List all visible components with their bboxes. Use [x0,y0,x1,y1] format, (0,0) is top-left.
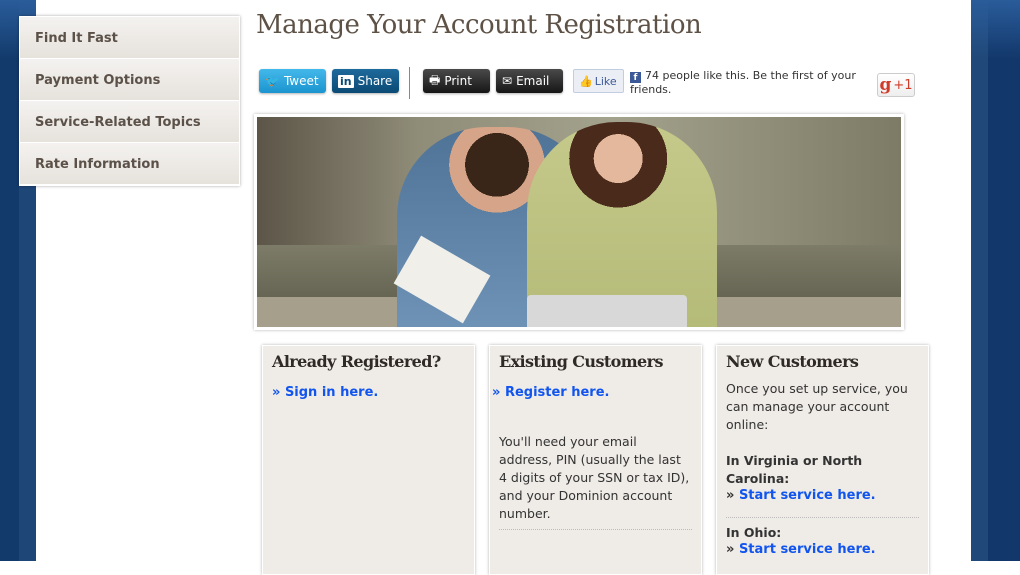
page-background-right [971,0,1020,561]
divider [499,529,692,530]
link-text: Start service here. [738,542,876,557]
new-customers-intro: Once you set up service, you can manage … [726,381,908,432]
linkedin-icon: in [338,74,354,88]
email-button[interactable]: ✉ Email [496,69,563,93]
virginia-nc-label: In Virginia or North Carolina: [726,453,863,486]
like-label: Like [594,74,617,88]
nav-item-rate-information[interactable]: Rate Information [20,143,239,185]
link-text: Register here. [504,385,610,400]
registration-requirements: You'll need your email address, PIN (usu… [499,434,690,521]
print-label: Print [444,74,472,88]
tweet-button[interactable]: 🐦 Tweet [259,69,326,93]
already-registered-panel: Already Registered? » Sign in here. [262,345,475,575]
gplus-label: +1 [893,77,913,93]
new-customers-panel: New Customers Once you set up service, y… [716,345,929,575]
sign-in-link[interactable]: » Sign in here. [272,385,465,400]
facebook-like-count: f 74 people like this. Be the first of yo… [630,69,865,97]
print-button[interactable]: 🖶 Print [423,69,490,93]
linkedin-share-button[interactable]: in Share [332,69,399,93]
fb-like-text: 74 people like this. Be the first of you… [630,69,856,96]
panel-title: Already Registered? [272,352,441,371]
envelope-icon: ✉ [502,74,513,88]
google-g-icon: g [879,75,892,95]
printer-icon: 🖶 [429,72,441,87]
divider [726,517,919,518]
thumbs-up-icon: 👍 [579,74,593,88]
panel-title: New Customers [726,352,859,371]
ohio-label: In Ohio: [726,525,782,540]
start-service-va-link[interactable]: » Start service here. [726,488,919,503]
link-arrow: » [726,542,735,557]
link-arrow: » [726,488,735,503]
nav-item-payment-options[interactable]: Payment Options [20,59,239,101]
google-plus-one-button[interactable]: g +1 [877,73,915,97]
panel-title: Existing Customers [499,352,663,371]
tweet-label: Tweet [283,74,319,88]
sidebar-nav: Find It Fast Payment Options Service-Rel… [19,16,240,186]
share-label: Share [357,74,393,88]
link-text: Start service here. [738,488,876,503]
start-service-ohio-link[interactable]: » Start service here. [726,542,919,557]
existing-customers-panel: Existing Customers » Register here. You'… [489,345,702,575]
register-link[interactable]: » Register here. [492,385,692,400]
link-arrow: » [492,385,501,400]
nav-item-find-it-fast[interactable]: Find It Fast [20,17,239,59]
divider [409,67,410,99]
couple-on-sofa-image [257,117,901,327]
facebook-like-button[interactable]: 👍 Like [573,69,624,93]
facebook-icon: f [630,72,641,83]
page-title: Manage Your Account Registration [256,10,702,40]
link-arrow: » [272,385,281,400]
link-text: Sign in here. [284,385,379,400]
email-label: Email [516,74,550,88]
twitter-bird-icon: 🐦 [265,74,280,88]
nav-item-service-related-topics[interactable]: Service-Related Topics [20,101,239,143]
hero-photo [254,114,904,330]
